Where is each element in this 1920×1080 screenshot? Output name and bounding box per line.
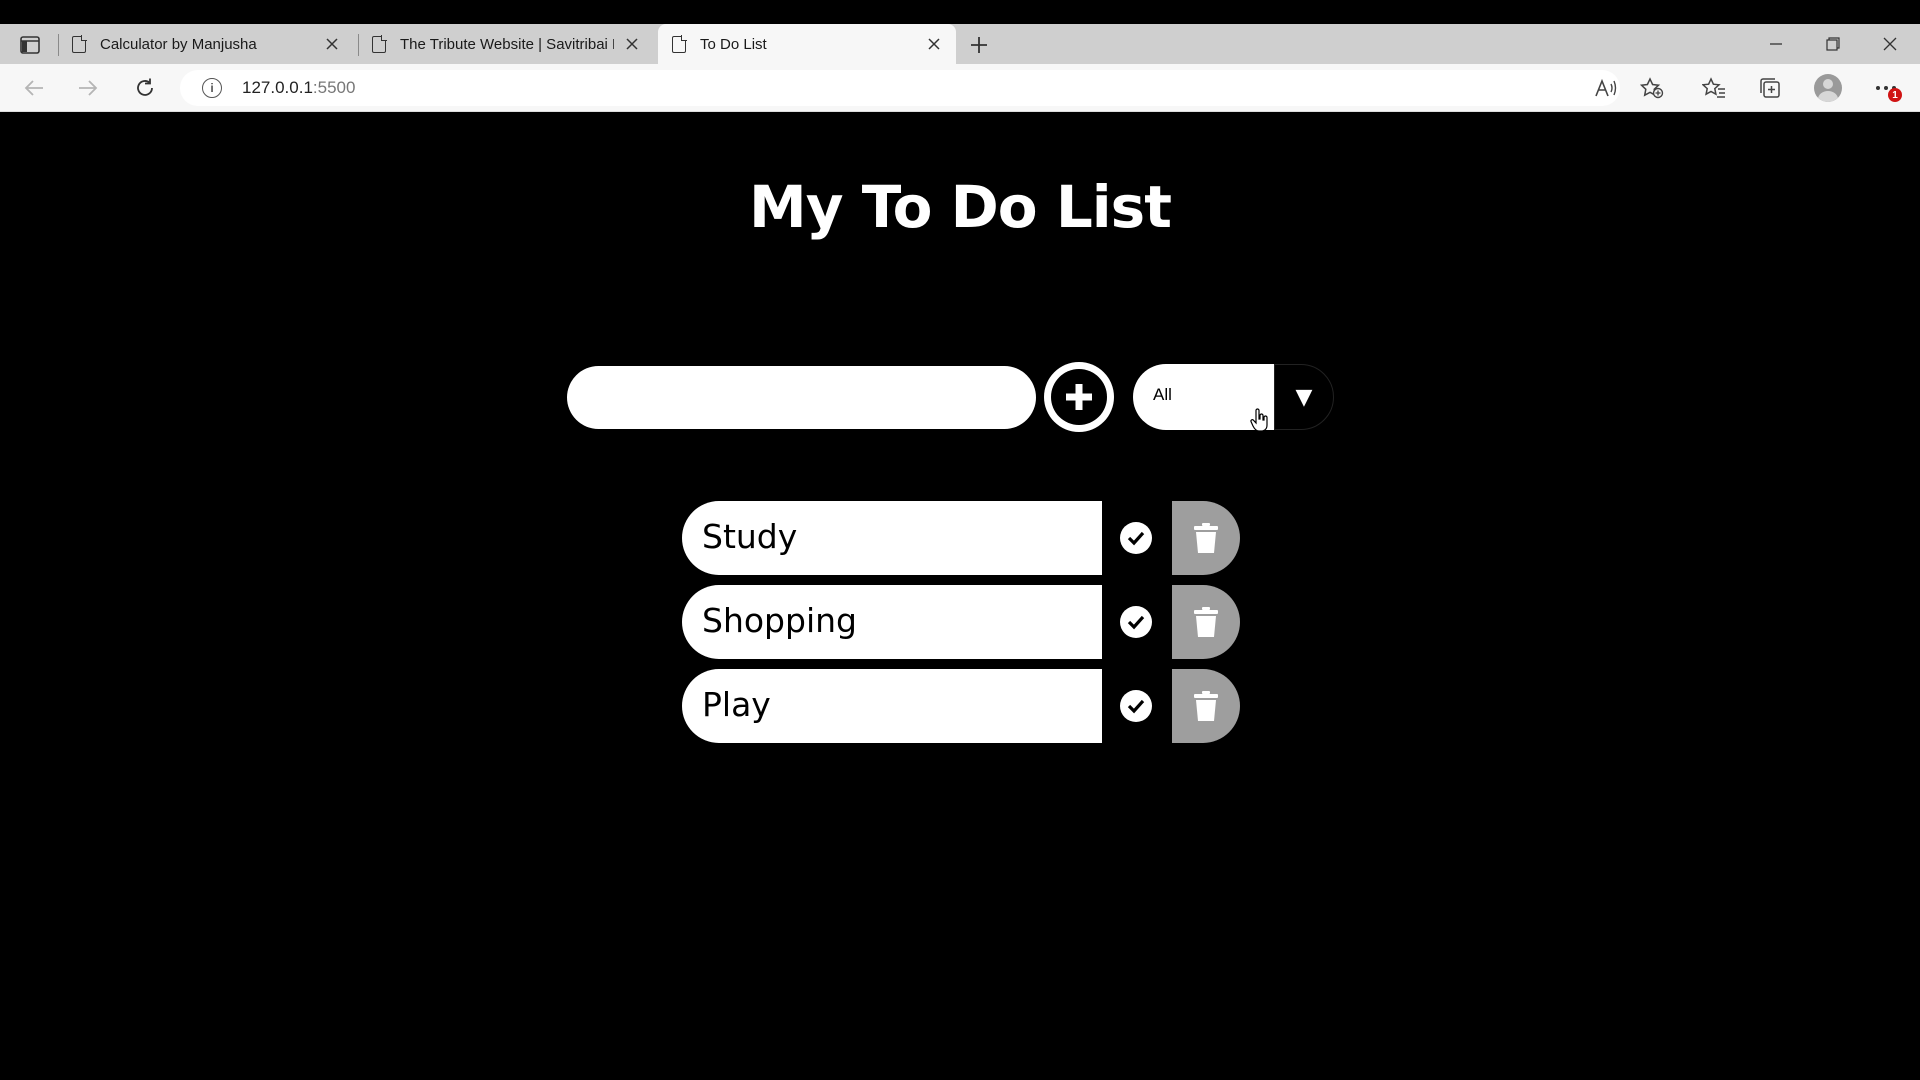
arrow-left-icon xyxy=(24,80,43,96)
close-icon xyxy=(326,38,338,50)
tab-close-button[interactable] xyxy=(322,34,342,54)
hand-cursor-icon xyxy=(1250,408,1268,432)
tab-separator xyxy=(358,34,359,56)
tab-close-button[interactable] xyxy=(622,34,642,54)
page-content: My To Do List All ▼ Study Shopping Play xyxy=(0,113,1920,1080)
plus-circle-icon xyxy=(1051,369,1107,425)
filter-select[interactable]: All ▼ xyxy=(1133,364,1334,430)
window-top-strip xyxy=(0,0,1920,24)
page-title: My To Do List xyxy=(749,173,1172,241)
read-aloud-button[interactable] xyxy=(1588,72,1624,104)
reload-button[interactable] xyxy=(127,72,163,104)
new-tab-button[interactable] xyxy=(964,30,994,60)
favorites-button[interactable] xyxy=(1696,72,1732,104)
minimize-button[interactable] xyxy=(1756,30,1796,58)
tab-to-do-list[interactable]: To Do List xyxy=(658,24,956,64)
todo-item-text: Shopping xyxy=(702,601,857,640)
back-button[interactable] xyxy=(16,72,52,104)
avatar xyxy=(1814,74,1842,102)
tab-title: To Do List xyxy=(700,35,767,53)
check-icon xyxy=(1127,615,1145,630)
browser-toolbar: i 127.0.0.1:5500 1 xyxy=(0,64,1920,112)
collections-button[interactable] xyxy=(1752,72,1788,104)
favorites-icon xyxy=(1702,77,1725,98)
minimize-icon xyxy=(1770,43,1782,45)
trash-icon xyxy=(1194,607,1218,637)
restore-icon xyxy=(1826,37,1840,51)
close-window-button[interactable] xyxy=(1870,30,1910,58)
complete-button[interactable] xyxy=(1120,522,1152,554)
tab-title: Calculator by Manjusha xyxy=(100,35,257,53)
delete-button[interactable] xyxy=(1172,501,1240,575)
document-icon xyxy=(372,34,387,53)
filter-selected-value: All xyxy=(1153,385,1172,404)
star-add-icon xyxy=(1640,77,1664,99)
todo-list: Study Shopping Play xyxy=(682,501,1240,753)
delete-button[interactable] xyxy=(1172,669,1240,743)
delete-button[interactable] xyxy=(1172,585,1240,659)
close-icon xyxy=(1883,37,1897,51)
todo-input[interactable] xyxy=(567,366,1036,429)
tab-bar: Calculator by Manjusha The Tribute Websi… xyxy=(0,24,1920,64)
todo-item-text-box: Shopping xyxy=(682,585,1102,659)
check-icon xyxy=(1127,699,1145,714)
todo-item: Play xyxy=(682,669,1240,743)
address-bar[interactable]: i 127.0.0.1:5500 xyxy=(180,70,1620,106)
todo-item-text-box: Play xyxy=(682,669,1102,743)
filter-dropdown-button[interactable]: ▼ xyxy=(1274,364,1334,430)
restore-button[interactable] xyxy=(1813,30,1853,58)
document-icon xyxy=(72,34,87,53)
todo-item-text: Play xyxy=(702,685,771,724)
complete-button[interactable] xyxy=(1120,606,1152,638)
document-icon xyxy=(672,34,687,53)
trash-icon xyxy=(1194,691,1218,721)
read-aloud-icon xyxy=(1595,78,1617,97)
tab-title: The Tribute Website | Savitribai P xyxy=(400,35,614,53)
triangle-down-icon: ▼ xyxy=(1295,384,1313,410)
collections-icon xyxy=(1760,78,1780,98)
site-info-icon[interactable]: i xyxy=(202,78,222,98)
url-host: 127.0.0.1 xyxy=(242,78,313,97)
todo-item-text: Study xyxy=(702,517,798,556)
check-icon xyxy=(1127,531,1145,546)
notification-badge: 1 xyxy=(1888,88,1902,102)
url-port: :5500 xyxy=(312,78,356,97)
plus-icon xyxy=(971,37,987,53)
reload-icon xyxy=(137,78,153,96)
add-todo-button[interactable] xyxy=(1044,362,1114,432)
settings-more-button[interactable]: 1 xyxy=(1868,72,1904,104)
forward-button[interactable] xyxy=(70,72,106,104)
todo-item-text-box: Study xyxy=(682,501,1102,575)
tab-tribute-website[interactable]: The Tribute Website | Savitribai P xyxy=(372,24,654,64)
add-favorite-button[interactable] xyxy=(1634,72,1670,104)
url-text: 127.0.0.1:5500 xyxy=(242,78,355,98)
close-icon xyxy=(626,38,638,50)
close-icon xyxy=(928,38,940,50)
profile-button[interactable] xyxy=(1810,72,1846,104)
todo-item: Study xyxy=(682,501,1240,575)
todo-item: Shopping xyxy=(682,585,1240,659)
arrow-right-icon xyxy=(79,80,98,96)
tab-close-button[interactable] xyxy=(924,34,944,54)
tab-actions-button[interactable] xyxy=(14,32,46,58)
trash-icon xyxy=(1194,523,1218,553)
complete-button[interactable] xyxy=(1120,690,1152,722)
tab-actions-icon xyxy=(20,36,40,54)
tab-separator xyxy=(58,34,59,56)
tab-calculator[interactable]: Calculator by Manjusha xyxy=(72,24,354,64)
